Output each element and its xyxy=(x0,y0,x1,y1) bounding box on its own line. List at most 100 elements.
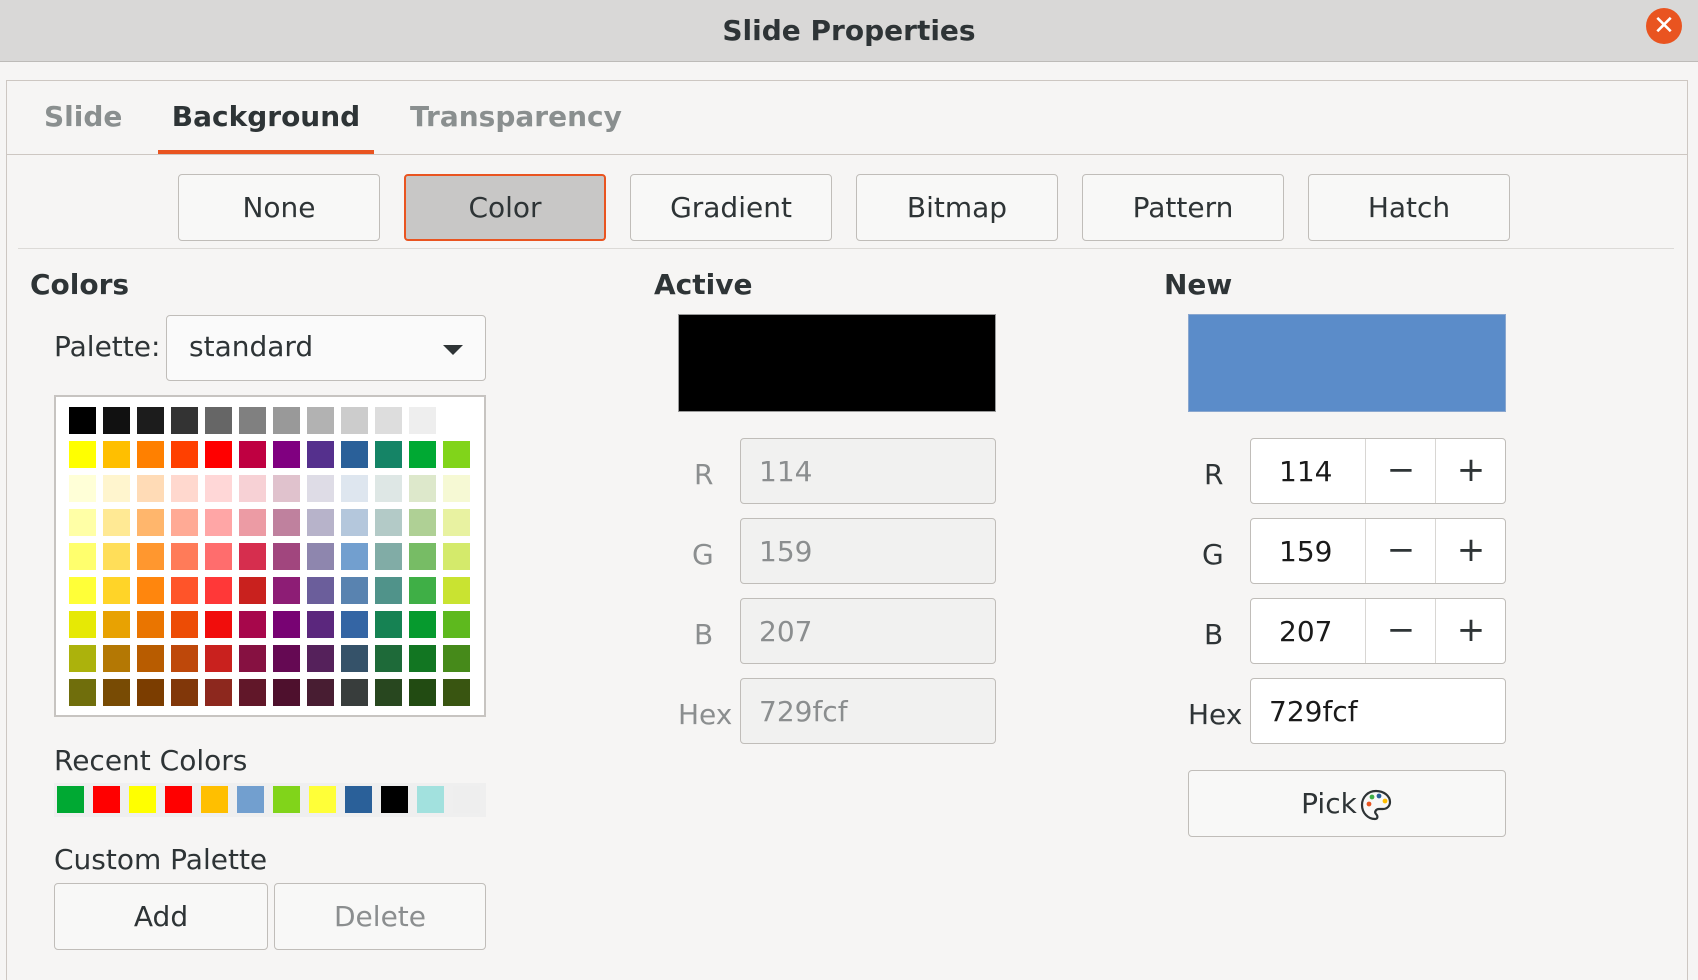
palette-swatch[interactable] xyxy=(69,407,96,434)
palette-swatch[interactable] xyxy=(409,611,436,638)
palette-swatch[interactable] xyxy=(205,679,232,706)
recent-color-swatch[interactable] xyxy=(345,786,372,813)
palette-swatch[interactable] xyxy=(205,475,232,502)
palette-swatch[interactable] xyxy=(205,645,232,672)
palette-swatch[interactable] xyxy=(443,475,470,502)
palette-swatch[interactable] xyxy=(69,577,96,604)
new-r-stepper[interactable]: 114 − + xyxy=(1250,438,1506,504)
none-button[interactable]: None xyxy=(178,174,380,241)
recent-color-swatch[interactable] xyxy=(237,786,264,813)
palette-swatch[interactable] xyxy=(375,645,402,672)
palette-swatch[interactable] xyxy=(341,475,368,502)
palette-swatch[interactable] xyxy=(103,509,130,536)
palette-swatch[interactable] xyxy=(103,645,130,672)
palette-swatch[interactable] xyxy=(341,407,368,434)
palette-swatch[interactable] xyxy=(443,441,470,468)
palette-swatch[interactable] xyxy=(409,645,436,672)
palette-swatch[interactable] xyxy=(307,509,334,536)
palette-swatch[interactable] xyxy=(137,577,164,604)
palette-swatch[interactable] xyxy=(171,475,198,502)
palette-swatch[interactable] xyxy=(239,509,266,536)
palette-swatch[interactable] xyxy=(69,441,96,468)
palette-swatch[interactable] xyxy=(205,407,232,434)
palette-swatch[interactable] xyxy=(273,577,300,604)
palette-swatch[interactable] xyxy=(443,407,470,434)
palette-swatch[interactable] xyxy=(205,577,232,604)
recent-color-swatch[interactable] xyxy=(129,786,156,813)
palette-swatch[interactable] xyxy=(137,509,164,536)
palette-swatch[interactable] xyxy=(443,679,470,706)
recent-color-swatch[interactable] xyxy=(417,786,444,813)
palette-swatch[interactable] xyxy=(239,543,266,570)
palette-swatch[interactable] xyxy=(409,543,436,570)
pick-button[interactable]: Pick xyxy=(1188,770,1506,837)
bitmap-button[interactable]: Bitmap xyxy=(856,174,1058,241)
palette-swatch[interactable] xyxy=(307,679,334,706)
palette-swatch[interactable] xyxy=(239,475,266,502)
tab-transparency[interactable]: Transparency xyxy=(410,100,622,154)
palette-swatch[interactable] xyxy=(103,475,130,502)
palette-swatch[interactable] xyxy=(341,509,368,536)
close-button[interactable]: ✕ xyxy=(1646,8,1682,44)
palette-swatch[interactable] xyxy=(443,645,470,672)
palette-swatch[interactable] xyxy=(171,407,198,434)
b-decrement-button[interactable]: − xyxy=(1365,599,1436,663)
palette-swatch[interactable] xyxy=(69,645,96,672)
palette-swatch[interactable] xyxy=(307,441,334,468)
new-g-stepper[interactable]: 159 − + xyxy=(1250,518,1506,584)
palette-swatch[interactable] xyxy=(171,611,198,638)
palette-swatch[interactable] xyxy=(307,407,334,434)
recent-color-swatch[interactable] xyxy=(273,786,300,813)
palette-swatch[interactable] xyxy=(69,475,96,502)
palette-swatch[interactable] xyxy=(341,611,368,638)
palette-swatch[interactable] xyxy=(69,679,96,706)
palette-select[interactable]: standard xyxy=(166,315,486,381)
palette-swatch[interactable] xyxy=(341,577,368,604)
palette-swatch[interactable] xyxy=(375,509,402,536)
palette-swatch[interactable] xyxy=(137,475,164,502)
palette-swatch[interactable] xyxy=(103,543,130,570)
recent-color-swatch[interactable] xyxy=(309,786,336,813)
palette-swatch[interactable] xyxy=(239,679,266,706)
palette-swatch[interactable] xyxy=(171,577,198,604)
g-decrement-button[interactable]: − xyxy=(1365,519,1436,583)
palette-swatch[interactable] xyxy=(375,543,402,570)
palette-swatch[interactable] xyxy=(307,645,334,672)
new-r-value[interactable]: 114 xyxy=(1279,455,1332,488)
palette-swatch[interactable] xyxy=(409,577,436,604)
new-hex-input[interactable]: 729fcf xyxy=(1250,678,1506,744)
palette-swatch[interactable] xyxy=(239,577,266,604)
palette-swatch[interactable] xyxy=(273,611,300,638)
pattern-button[interactable]: Pattern xyxy=(1082,174,1284,241)
palette-swatch[interactable] xyxy=(375,679,402,706)
palette-swatch[interactable] xyxy=(205,441,232,468)
palette-swatch[interactable] xyxy=(443,577,470,604)
new-b-value[interactable]: 207 xyxy=(1279,615,1332,648)
add-button[interactable]: Add xyxy=(54,883,268,950)
palette-swatch[interactable] xyxy=(171,645,198,672)
palette-swatch[interactable] xyxy=(375,441,402,468)
palette-swatch[interactable] xyxy=(103,407,130,434)
palette-swatch[interactable] xyxy=(443,611,470,638)
palette-swatch[interactable] xyxy=(375,577,402,604)
palette-swatch[interactable] xyxy=(205,543,232,570)
tab-background[interactable]: Background xyxy=(158,100,374,154)
hatch-button[interactable]: Hatch xyxy=(1308,174,1510,241)
palette-swatch[interactable] xyxy=(409,475,436,502)
new-hex-value[interactable]: 729fcf xyxy=(1269,695,1358,728)
recent-color-swatch[interactable] xyxy=(165,786,192,813)
palette-swatch[interactable] xyxy=(239,441,266,468)
recent-color-swatch[interactable] xyxy=(453,786,480,813)
palette-swatch[interactable] xyxy=(409,441,436,468)
palette-swatch[interactable] xyxy=(171,509,198,536)
palette-swatch[interactable] xyxy=(273,407,300,434)
new-b-stepper[interactable]: 207 − + xyxy=(1250,598,1506,664)
palette-swatch[interactable] xyxy=(409,407,436,434)
tab-slide[interactable]: Slide xyxy=(44,100,122,154)
palette-swatch[interactable] xyxy=(205,611,232,638)
palette-swatch[interactable] xyxy=(273,475,300,502)
palette-swatch[interactable] xyxy=(341,645,368,672)
palette-swatch[interactable] xyxy=(137,679,164,706)
palette-swatch[interactable] xyxy=(239,611,266,638)
palette-swatch[interactable] xyxy=(137,441,164,468)
